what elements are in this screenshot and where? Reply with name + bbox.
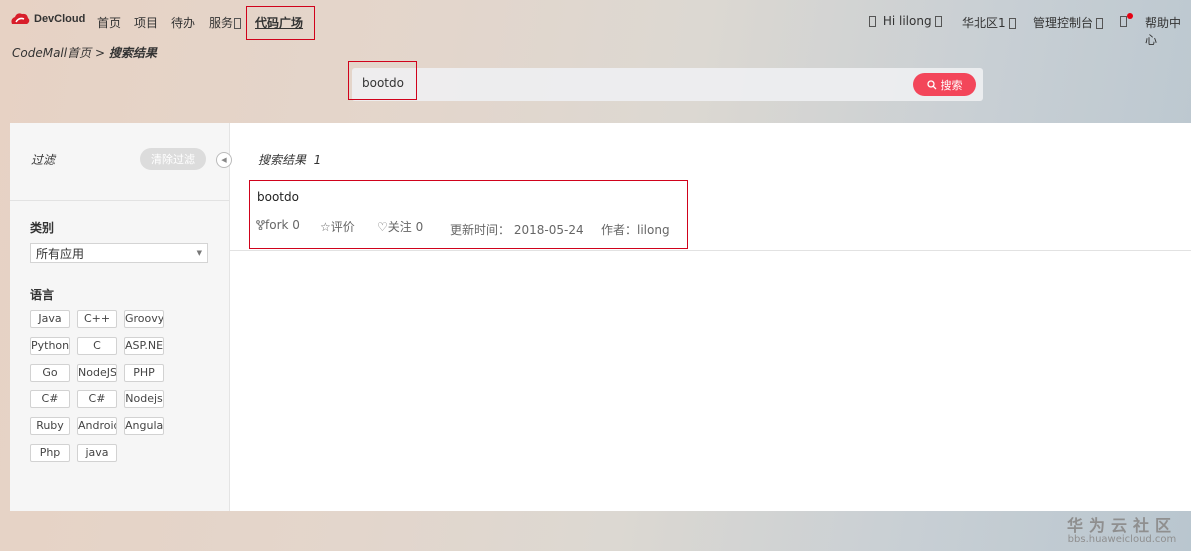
results-title: 搜索结果 1 (258, 151, 321, 168)
devcloud-logo[interactable]: DevCloud (10, 12, 85, 26)
breadcrumb-home[interactable]: CodeMall首页 (12, 46, 91, 60)
chevron-down-icon: ▼ (196, 249, 202, 257)
user-menu[interactable]: Hi lilong (866, 14, 945, 28)
help-center-link[interactable]: 帮助中心 (1145, 14, 1191, 48)
dropdown-icon (934, 16, 942, 27)
filter-sidebar: 过滤 清除过滤 ◀ 类别 所有应用 ▼ 语言 Java C++ Groovy P… (10, 123, 232, 511)
follow-count[interactable]: ♡关注 0 (377, 218, 423, 235)
search-button[interactable]: 搜索 (913, 73, 976, 96)
language-tag-groovy[interactable]: Groovy (124, 310, 164, 328)
nav-item-projects[interactable]: 项目 (134, 14, 158, 31)
dropdown-icon (234, 18, 242, 29)
breadcrumb-separator: > (94, 46, 105, 60)
language-tag-nodejs-2[interactable]: Nodejs (124, 390, 164, 408)
author-label: 作者： (601, 223, 638, 237)
brand-name: DevCloud (34, 13, 86, 25)
top-nav: DevCloud 首页 项目 待办 服务 代码广场 Hi lilong 华北区1… (0, 0, 1191, 47)
result-name[interactable]: bootdo (257, 190, 299, 204)
filter-title: 过滤 (31, 153, 56, 167)
fork-icon (256, 220, 265, 231)
dropdown-icon (1008, 18, 1016, 29)
language-tag-ruby[interactable]: Ruby (30, 417, 70, 435)
fork-label: fork (265, 218, 289, 232)
star-icon: ☆ (320, 220, 331, 234)
follow-label: 关注 (387, 220, 412, 234)
follow-value: 0 (415, 220, 424, 234)
language-tag-android[interactable]: Android (77, 417, 117, 435)
nav-item-services-label: 服务 (209, 16, 234, 30)
user-greeting: Hi lilong (882, 14, 932, 28)
language-tag-java-2[interactable]: java (77, 444, 117, 462)
search-bar: 搜索 (352, 68, 983, 101)
watermark: 华为云社区 bbs.huaweicloud.com (1067, 512, 1177, 545)
heart-icon: ♡ (377, 220, 388, 234)
category-select-value: 所有应用 (36, 247, 85, 261)
console-link[interactable]: 管理控制台 (1033, 14, 1106, 31)
language-tag-aspnet[interactable]: ASP.NET (124, 337, 164, 355)
cloud-logo-icon (10, 12, 30, 26)
watermark-url: bbs.huaweicloud.com (1067, 534, 1177, 545)
fork-count[interactable]: fork 0 (256, 218, 300, 232)
results-title-label: 搜索结果 (258, 153, 307, 167)
region-selector[interactable]: 华北区1 (962, 14, 1019, 31)
category-label: 类别 (30, 221, 55, 235)
divider (230, 250, 1191, 251)
search-icon (926, 79, 936, 89)
nav-item-services[interactable]: 服务 (209, 14, 244, 31)
notification-bell[interactable] (1117, 13, 1133, 28)
dropdown-icon (1096, 18, 1104, 29)
author-value: lilong (637, 223, 670, 237)
divider (10, 200, 229, 201)
content-panel: 过滤 清除过滤 ◀ 类别 所有应用 ▼ 语言 Java C++ Groovy P… (10, 123, 1191, 511)
language-tag-python[interactable]: Python (30, 337, 70, 355)
nav-item-todo[interactable]: 待办 (171, 14, 195, 31)
language-label: 语言 (30, 288, 55, 302)
results-area: 搜索结果 1 bootdo fork 0 ☆评价 ♡关注 0 更新时间： 201… (230, 123, 1191, 511)
region-label: 华北区1 (962, 16, 1006, 30)
language-tag-csharp[interactable]: C# (30, 390, 70, 408)
rating-link[interactable]: ☆评价 (320, 218, 355, 235)
language-tag-nodejs[interactable]: NodeJS (77, 364, 117, 382)
search-input[interactable] (362, 76, 862, 90)
language-tag-csharp-2[interactable]: C# (77, 390, 117, 408)
console-label: 管理控制台 (1033, 16, 1094, 30)
language-tag-c[interactable]: C (77, 337, 117, 355)
updated-time: 更新时间： 2018-05-24 (450, 221, 584, 238)
rating-label: 评价 (330, 220, 355, 234)
search-button-label: 搜索 (940, 78, 963, 92)
language-tag-go[interactable]: Go (30, 364, 70, 382)
clear-filter-button[interactable]: 清除过滤 (140, 148, 206, 170)
category-select[interactable]: 所有应用 ▼ (30, 243, 208, 263)
language-tag-cpp[interactable]: C++ (77, 310, 117, 328)
author: 作者：lilong (601, 221, 670, 238)
nav-item-home[interactable]: 首页 (97, 14, 121, 31)
language-tag-php[interactable]: PHP (124, 364, 164, 382)
language-tag-php-2[interactable]: Php (30, 444, 70, 462)
updated-label: 更新时间： (450, 223, 511, 237)
language-tag-java[interactable]: Java (30, 310, 70, 328)
breadcrumb-current: 搜索结果 (108, 46, 157, 60)
breadcrumb: CodeMall首页 > 搜索结果 (12, 44, 157, 61)
updated-value: 2018-05-24 (513, 223, 584, 237)
language-tag-angularjs[interactable]: Angularjs (124, 417, 164, 435)
watermark-title: 华为云社区 (1066, 516, 1177, 535)
results-count: 1 (313, 153, 322, 167)
fork-value: 0 (292, 218, 300, 232)
notification-dot (1127, 13, 1133, 19)
nav-item-code-square[interactable]: 代码广场 (255, 14, 303, 31)
bell-icon (1120, 16, 1127, 27)
user-icon (869, 16, 876, 27)
